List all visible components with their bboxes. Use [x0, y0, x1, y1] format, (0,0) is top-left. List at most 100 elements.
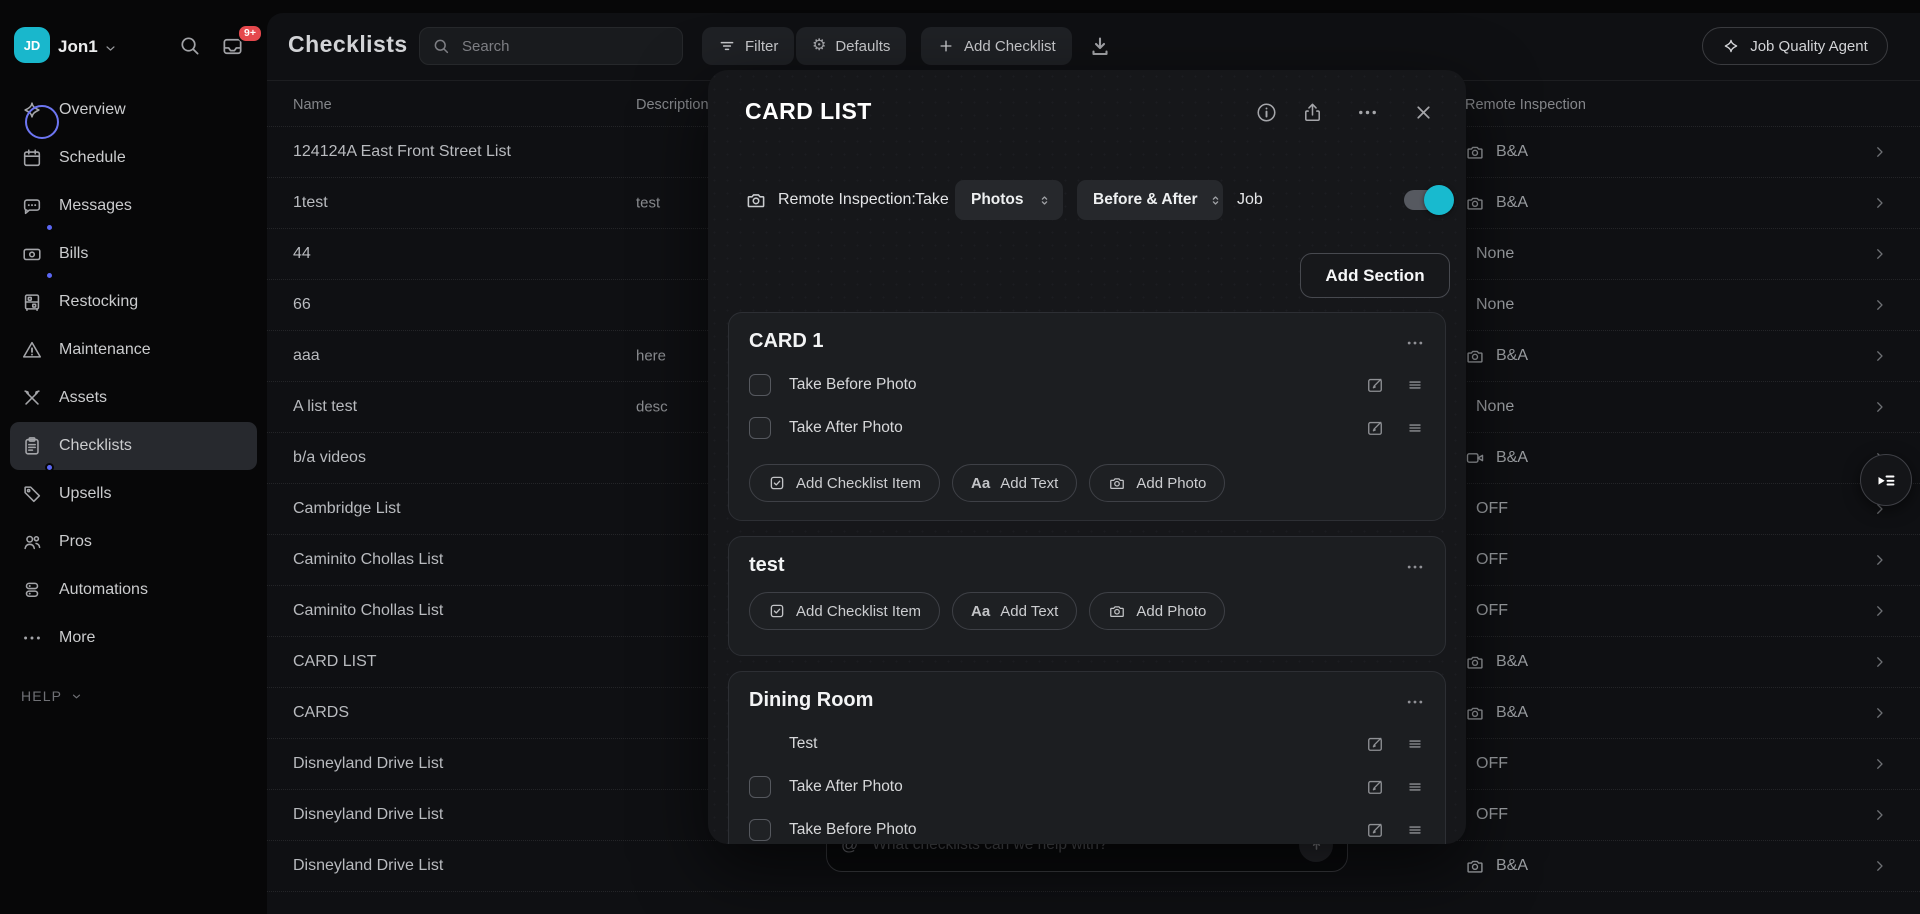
modal-title: CARD LIST	[745, 98, 872, 125]
section-menu-icon[interactable]	[1405, 692, 1425, 712]
row-inspection-value: None	[1465, 245, 1514, 263]
row-inspection-value: B&A	[1465, 448, 1528, 468]
job-quality-agent-label: Job Quality Agent	[1750, 38, 1868, 55]
help-label: HELP	[21, 688, 62, 704]
sections-list: CARD 1 Take Before Photo	[728, 312, 1446, 844]
inspection-text: B&A	[1496, 653, 1528, 671]
sidebar-item-pros[interactable]: Pros	[10, 518, 257, 566]
remote-inspection-toggle[interactable]	[1404, 190, 1450, 210]
row-name: CARDS	[293, 704, 349, 722]
section-card: test Add Checklist Item	[728, 536, 1446, 656]
filter-button[interactable]: Filter	[702, 27, 794, 65]
drag-handle-icon[interactable]	[1405, 734, 1425, 754]
chevron-updown-icon	[1037, 193, 1052, 208]
drag-handle-icon[interactable]	[1405, 418, 1425, 438]
add-checklist-item-button[interactable]: Add Checklist Item	[749, 592, 940, 630]
sidebar-item-more[interactable]: More	[10, 614, 257, 662]
search-icon[interactable]	[178, 34, 201, 57]
sidebar-item-upsells[interactable]: Upsells	[10, 470, 257, 518]
item-checkbox[interactable]	[749, 819, 771, 841]
search-box[interactable]	[419, 27, 683, 65]
add-photo-button[interactable]: Add Photo	[1089, 464, 1225, 502]
section-buttons: Add Checklist Item Aa Add Text Add Photo	[749, 592, 1425, 630]
row-name: Caminito Chollas List	[293, 551, 443, 569]
defaults-button[interactable]: ⚙ Defaults	[796, 27, 906, 65]
info-icon[interactable]	[1255, 101, 1278, 124]
sidebar-nav: Overview	[0, 86, 267, 662]
search-input[interactable]	[460, 37, 670, 56]
sidebar-item-icon	[21, 531, 43, 553]
text-icon: Aa	[971, 603, 990, 620]
add-section-button[interactable]: Add Section	[1300, 253, 1450, 298]
sidebar-item-checklists[interactable]: Checklists	[10, 422, 257, 470]
edit-icon[interactable]	[1365, 375, 1385, 395]
ellipsis-icon[interactable]	[1356, 101, 1379, 124]
drag-handle-icon[interactable]	[1405, 820, 1425, 840]
add-text-button[interactable]: Aa Add Text	[952, 592, 1077, 630]
sidebar-item-restocking[interactable]: Restocking	[10, 278, 257, 326]
download-icon[interactable]	[1088, 34, 1112, 58]
sidebar-item-schedule[interactable]: Schedule	[10, 134, 257, 182]
camera-icon	[1108, 602, 1126, 620]
defaults-label: Defaults	[835, 38, 890, 55]
job-quality-agent-button[interactable]: Job Quality Agent	[1702, 27, 1888, 65]
add-checklist-item-button[interactable]: Add Checklist Item	[749, 464, 940, 502]
sidebar-item-assets[interactable]: Assets	[10, 374, 257, 422]
sidebar-item-overview[interactable]: Overview	[10, 86, 257, 134]
media-type-select[interactable]: Photos	[955, 180, 1063, 220]
sidebar-item-bills[interactable]: Bills	[10, 230, 257, 278]
chevron-down-icon[interactable]	[103, 41, 118, 56]
item-label: Take After Photo	[789, 419, 903, 437]
inspection-icon	[1465, 346, 1485, 366]
camera-icon	[745, 189, 767, 211]
drag-handle-icon[interactable]	[1405, 375, 1425, 395]
add-section-label: Add Section	[1325, 266, 1424, 286]
column-header-description: Description	[636, 97, 709, 113]
section-menu-icon[interactable]	[1405, 333, 1425, 353]
checklist-item-take-before-photo: Take Before Photo	[749, 363, 1425, 406]
sidebar-item-messages[interactable]: Messages	[10, 182, 257, 230]
drag-handle-icon[interactable]	[1405, 777, 1425, 797]
edit-icon[interactable]	[1365, 820, 1385, 840]
item-checkbox[interactable]	[749, 776, 771, 798]
row-name: 1test	[293, 194, 328, 212]
inspection-text: OFF	[1476, 806, 1508, 824]
avatar[interactable]: JD	[14, 27, 50, 63]
agent-list-icon	[1874, 468, 1898, 492]
inspection-icon	[1465, 142, 1485, 162]
chevron-updown-icon	[1208, 193, 1223, 208]
chevron-right-icon	[1871, 858, 1888, 875]
item-label: Take Before Photo	[789, 821, 917, 839]
add-text-label: Add Text	[1000, 603, 1058, 620]
item-checkbox[interactable]	[749, 374, 771, 396]
timing-select[interactable]: Before & After	[1077, 180, 1223, 220]
row-inspection-value: None	[1465, 296, 1514, 314]
item-checkbox[interactable]	[749, 417, 771, 439]
add-text-button[interactable]: Aa Add Text	[952, 464, 1077, 502]
checkbox-check-icon	[768, 602, 786, 620]
chevron-right-icon	[1871, 246, 1888, 263]
sidebar-item-maintenance[interactable]: Maintenance	[10, 326, 257, 374]
close-icon[interactable]	[1412, 101, 1435, 124]
checklist-item-take-before-photo: Take Before Photo	[749, 808, 1425, 844]
share-icon[interactable]	[1301, 101, 1324, 124]
inspection-icon	[1465, 703, 1485, 723]
chevron-right-icon	[1871, 807, 1888, 824]
add-checklist-label: Add Checklist	[964, 38, 1056, 55]
agent-fab-button[interactable]	[1860, 454, 1912, 506]
sidebar-item-icon	[21, 435, 43, 457]
help-menu[interactable]: HELP	[21, 688, 83, 704]
add-photo-button[interactable]: Add Photo	[1089, 592, 1225, 630]
take-label: Take	[915, 191, 949, 209]
chevron-down-icon	[70, 690, 83, 703]
edit-icon[interactable]	[1365, 777, 1385, 797]
row-inspection-value: OFF	[1465, 500, 1508, 518]
sidebar-item-automations[interactable]: Automations	[10, 566, 257, 614]
add-checklist-button[interactable]: Add Checklist	[921, 27, 1072, 65]
edit-icon[interactable]	[1365, 734, 1385, 754]
edit-icon[interactable]	[1365, 418, 1385, 438]
chevron-right-icon	[1871, 552, 1888, 569]
inspection-text: OFF	[1476, 551, 1508, 569]
section-menu-icon[interactable]	[1405, 557, 1425, 577]
row-inspection-value: None	[1465, 398, 1514, 416]
